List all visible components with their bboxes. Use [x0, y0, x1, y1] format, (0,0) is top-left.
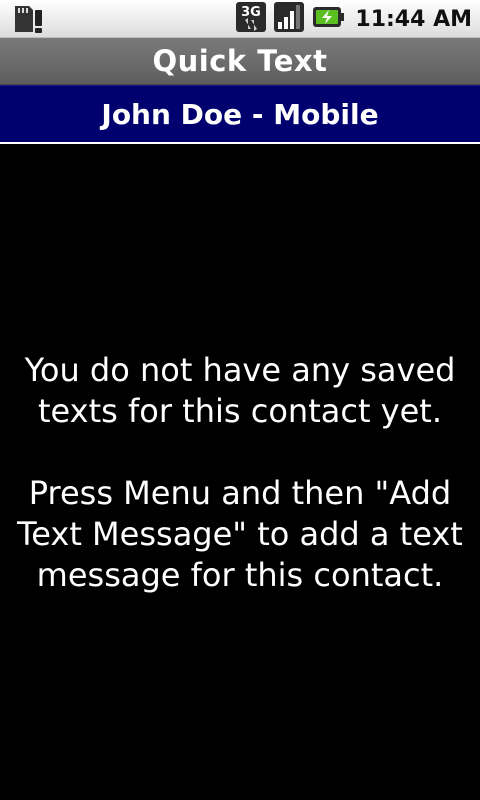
svg-text:3G: 3G: [242, 5, 262, 20]
status-bar: 3G 11:44 AM: [0, 0, 480, 38]
signal-strength-icon: [273, 1, 305, 37]
clock: 11:44 AM: [355, 6, 472, 32]
battery-charging-icon: [311, 4, 345, 34]
contact-header: John Doe - Mobile: [0, 85, 480, 144]
app-screen: 3G 11:44 AM Quick Text John Doe - Mobile…: [0, 0, 480, 800]
empty-state-instructions: Press Menu and then "Add Text Message" t…: [17, 474, 463, 594]
network-3g-icon: 3G: [235, 1, 267, 37]
app-title-bar: Quick Text: [0, 38, 480, 85]
empty-state-text: You do not have any saved texts for this…: [24, 351, 456, 430]
contact-name: John Doe - Mobile: [101, 97, 379, 131]
notification-area[interactable]: [12, 4, 50, 34]
app-title: Quick Text: [152, 44, 328, 78]
sd-card-warning-icon: [12, 4, 44, 38]
empty-state-message: You do not have any saved texts for this…: [10, 350, 470, 596]
